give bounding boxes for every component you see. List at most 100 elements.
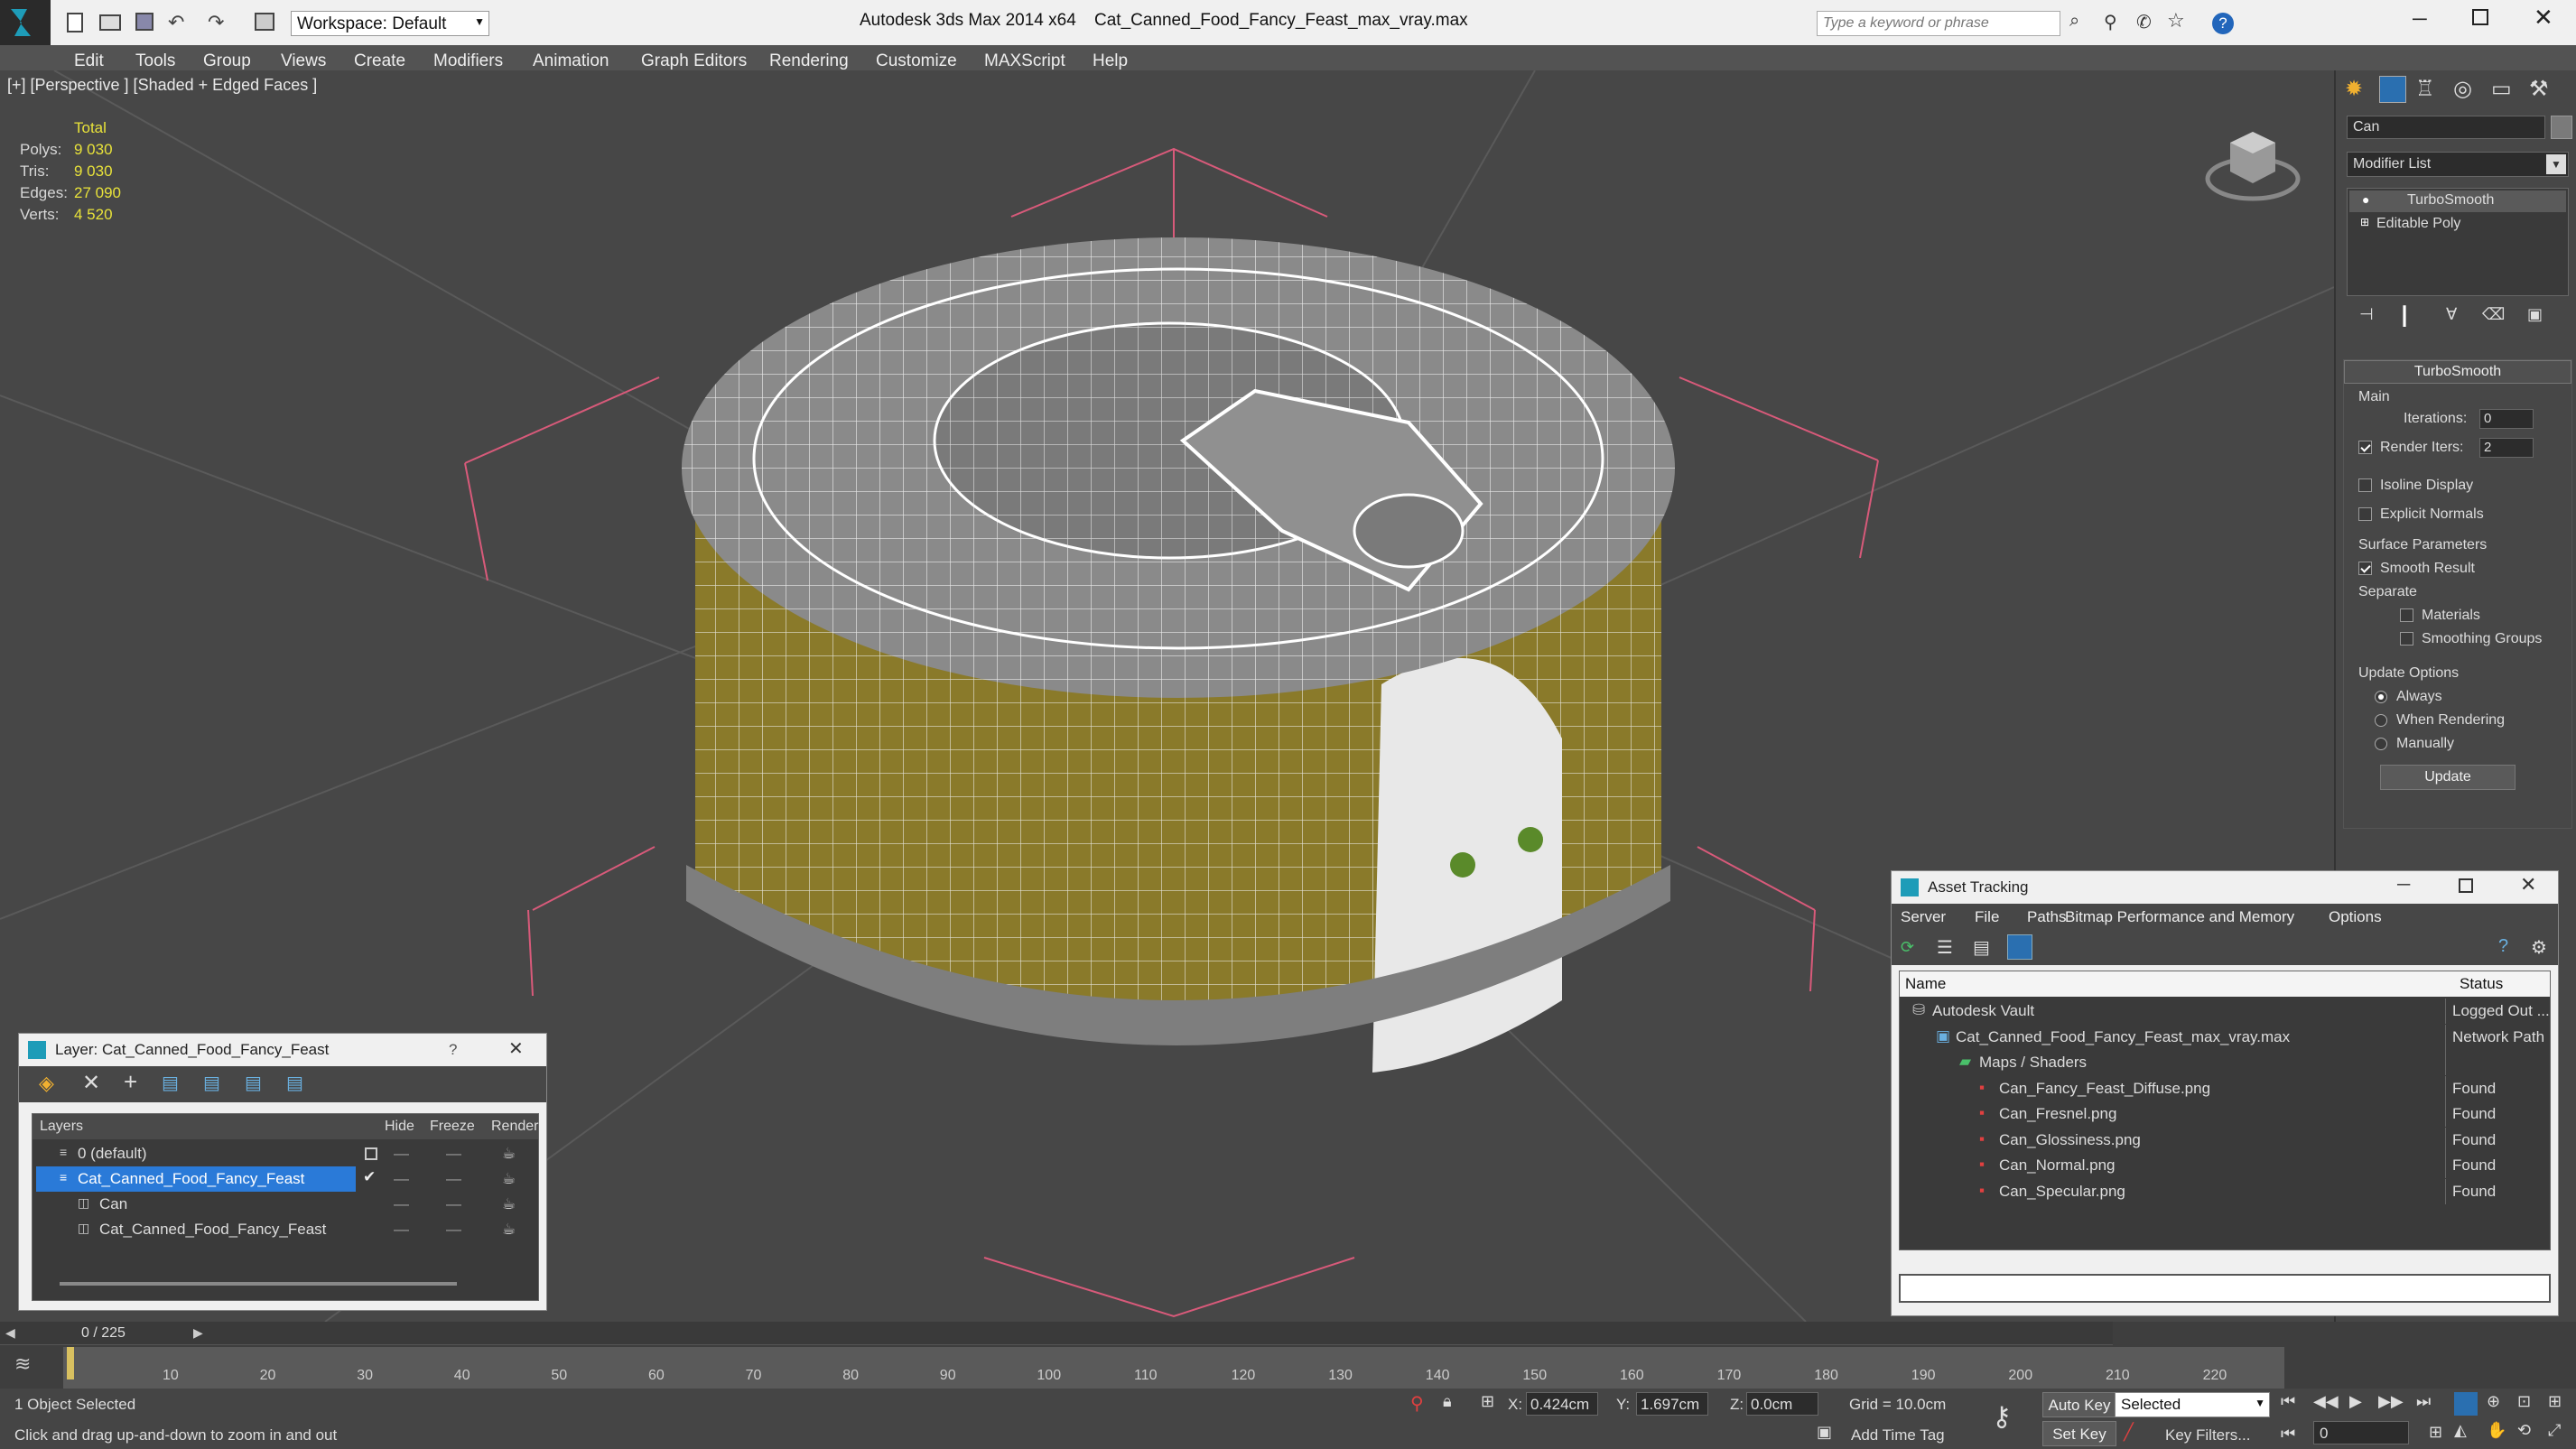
help-icon[interactable]: ? — [2498, 936, 2508, 957]
open-file-icon[interactable] — [99, 14, 121, 31]
hide-toggle[interactable]: — — [394, 1221, 409, 1239]
show-end-result-icon[interactable]: ┃ — [2399, 305, 2410, 328]
asset-row[interactable]: ▪ Can_Glossiness.png Found — [1900, 1127, 2550, 1153]
x-coordinate-field[interactable]: 0.424cm — [1526, 1392, 1598, 1416]
modify-tab-icon[interactable] — [2379, 76, 2406, 103]
undo-icon[interactable]: ↶ — [168, 11, 184, 34]
render-teapot-icon[interactable]: ☕ — [502, 1145, 516, 1163]
add-time-tag[interactable]: Add Time Tag — [1851, 1426, 1945, 1444]
freeze-column-header[interactable]: Freeze — [430, 1119, 475, 1135]
current-frame-field[interactable]: 0 — [2313, 1421, 2409, 1444]
menu-tools[interactable]: Tools — [135, 51, 175, 71]
pan-icon[interactable]: ✋ — [2487, 1421, 2506, 1440]
hide-toggle[interactable]: — — [394, 1195, 409, 1213]
key-filters-button[interactable]: Key Filters... — [2165, 1426, 2250, 1444]
render-iters-spinner[interactable]: 2 — [2479, 438, 2534, 458]
list-view-icon[interactable]: ☰ — [1937, 936, 1953, 959]
new-file-icon[interactable] — [67, 13, 83, 33]
menu-server[interactable]: Server — [1901, 908, 1946, 926]
track-bar[interactable] — [63, 1347, 2284, 1389]
next-frame-icon[interactable]: ▶ — [193, 1325, 203, 1341]
delete-layer-icon[interactable]: ✕ — [82, 1070, 100, 1096]
isolate-icon[interactable]: ⚲ — [1410, 1392, 1424, 1415]
freeze-all-icon[interactable]: ▤ — [286, 1072, 303, 1094]
time-tag-icon[interactable]: ▣ — [1817, 1423, 1832, 1442]
redo-icon[interactable]: ↷ — [208, 11, 224, 34]
zoom-extents-all-icon[interactable]: ⊞ — [2548, 1392, 2562, 1411]
explicit-normals-checkbox[interactable]: Explicit Normals — [2358, 506, 2484, 523]
utilities-tab-icon[interactable]: ⚒ — [2529, 76, 2549, 102]
refresh-icon[interactable]: ⟳ — [1901, 938, 1914, 957]
layer-row[interactable]: ◫ Cat_Canned_Food_Fancy_Feast — — ☕ — [33, 1217, 540, 1242]
favorites-icon[interactable]: ☆ — [2167, 9, 2185, 33]
close-icon[interactable]: ✕ — [2534, 4, 2553, 32]
viewcube-icon[interactable] — [2203, 116, 2302, 206]
display-tab-icon[interactable]: ▭ — [2491, 76, 2512, 102]
set-key-button[interactable]: Set Key — [2042, 1421, 2116, 1446]
motion-tab-icon[interactable]: ◎ — [2453, 76, 2472, 102]
create-tab-icon[interactable]: ✹ — [2345, 76, 2363, 102]
binoculars-icon[interactable]: ⌕ — [2069, 11, 2079, 32]
workspace-dropdown[interactable]: Workspace: Default ▼ — [291, 11, 489, 36]
next-frame-icon[interactable]: ▶▶ — [2378, 1392, 2404, 1411]
menu-create[interactable]: Create — [354, 51, 405, 71]
create-layer-icon[interactable]: ◈ — [39, 1072, 54, 1095]
menu-paths[interactable]: Paths — [2027, 908, 2066, 926]
orbit-icon[interactable]: ⟲ — [2517, 1421, 2531, 1440]
asset-row[interactable]: ▣ Cat_Canned_Food_Fancy_Feast_max_vray.ma… — [1900, 1024, 2550, 1050]
menu-modifiers[interactable]: Modifiers — [433, 51, 503, 71]
close-icon[interactable]: ✕ — [2520, 873, 2536, 896]
asset-path-field[interactable] — [1899, 1274, 2551, 1303]
maximize-icon[interactable] — [2472, 9, 2488, 25]
minimize-icon[interactable]: ─ — [2397, 875, 2410, 896]
app-logo-icon[interactable] — [0, 0, 51, 45]
isoline-display-checkbox[interactable]: Isoline Display — [2358, 478, 2473, 494]
pin-stack-icon[interactable]: ⊣ — [2359, 305, 2374, 324]
menu-options[interactable]: Options — [2329, 908, 2382, 926]
render-teapot-icon[interactable]: ☕ — [502, 1221, 516, 1239]
rollout-header[interactable]: TurboSmooth — [2344, 360, 2571, 384]
time-cursor[interactable] — [67, 1347, 74, 1379]
render-teapot-icon[interactable]: ☕ — [502, 1195, 516, 1213]
maximize-icon[interactable] — [2459, 878, 2473, 893]
always-radio[interactable]: Always — [2375, 689, 2442, 705]
table-view-icon[interactable] — [2007, 934, 2032, 960]
menu-views[interactable]: Views — [281, 51, 326, 71]
lock-icon[interactable]: 🔒︎ — [1443, 1392, 1452, 1411]
menu-animation[interactable]: Animation — [533, 51, 609, 71]
hide-all-icon[interactable]: ▤ — [245, 1072, 262, 1094]
render-teapot-icon[interactable]: ☕ — [502, 1170, 516, 1188]
modifier-list-dropdown[interactable]: Modifier List ▼ — [2347, 152, 2569, 177]
menu-file[interactable]: File — [1975, 908, 1999, 926]
hide-toggle[interactable]: — — [394, 1170, 409, 1188]
freeze-toggle[interactable]: — — [446, 1221, 461, 1239]
iterations-spinner[interactable]: 0 — [2479, 409, 2534, 429]
freeze-toggle[interactable]: — — [446, 1170, 461, 1188]
remove-modifier-icon[interactable]: ⌫ — [2482, 305, 2505, 324]
menu-group[interactable]: Group — [203, 51, 251, 71]
name-column-header[interactable]: Name — [1905, 975, 1946, 993]
expand-icon[interactable]: ⊞ — [2360, 216, 2369, 228]
update-button[interactable]: Update — [2380, 765, 2516, 790]
hierarchy-tab-icon[interactable]: ♖ — [2415, 76, 2435, 102]
status-column-header[interactable]: Status — [2460, 975, 2503, 993]
project-folder-icon[interactable] — [255, 13, 274, 31]
menu-rendering[interactable]: Rendering — [769, 51, 849, 71]
prev-frame-icon[interactable]: ◀ — [5, 1325, 15, 1341]
when-rendering-radio[interactable]: When Rendering — [2375, 712, 2505, 729]
lightbulb-icon[interactable]: ● — [2362, 192, 2369, 207]
zoom-all-icon[interactable]: ⊕ — [2487, 1392, 2500, 1411]
asset-row[interactable]: ▰ Maps / Shaders — [1900, 1050, 2550, 1075]
help-icon[interactable]: ? — [2212, 13, 2234, 34]
menu-bitmap-performance[interactable]: Bitmap Performance and Memory — [2065, 908, 2294, 926]
settings-icon[interactable]: ⚙ — [2531, 936, 2547, 959]
key-mode-dropdown[interactable]: Selected ▼ — [2115, 1392, 2270, 1417]
time-config-icon[interactable]: ⊞ — [2429, 1423, 2442, 1442]
freeze-toggle[interactable]: — — [446, 1145, 461, 1163]
stack-item-turbosmooth[interactable]: TurboSmooth — [2349, 190, 2566, 212]
asset-row[interactable]: ▪ Can_Specular.png Found — [1900, 1178, 2550, 1204]
layer-active-box[interactable] — [365, 1147, 377, 1160]
make-unique-icon[interactable]: ∀ — [2446, 305, 2457, 324]
menu-graph-editors[interactable]: Graph Editors — [641, 51, 747, 71]
save-icon[interactable] — [135, 13, 153, 31]
